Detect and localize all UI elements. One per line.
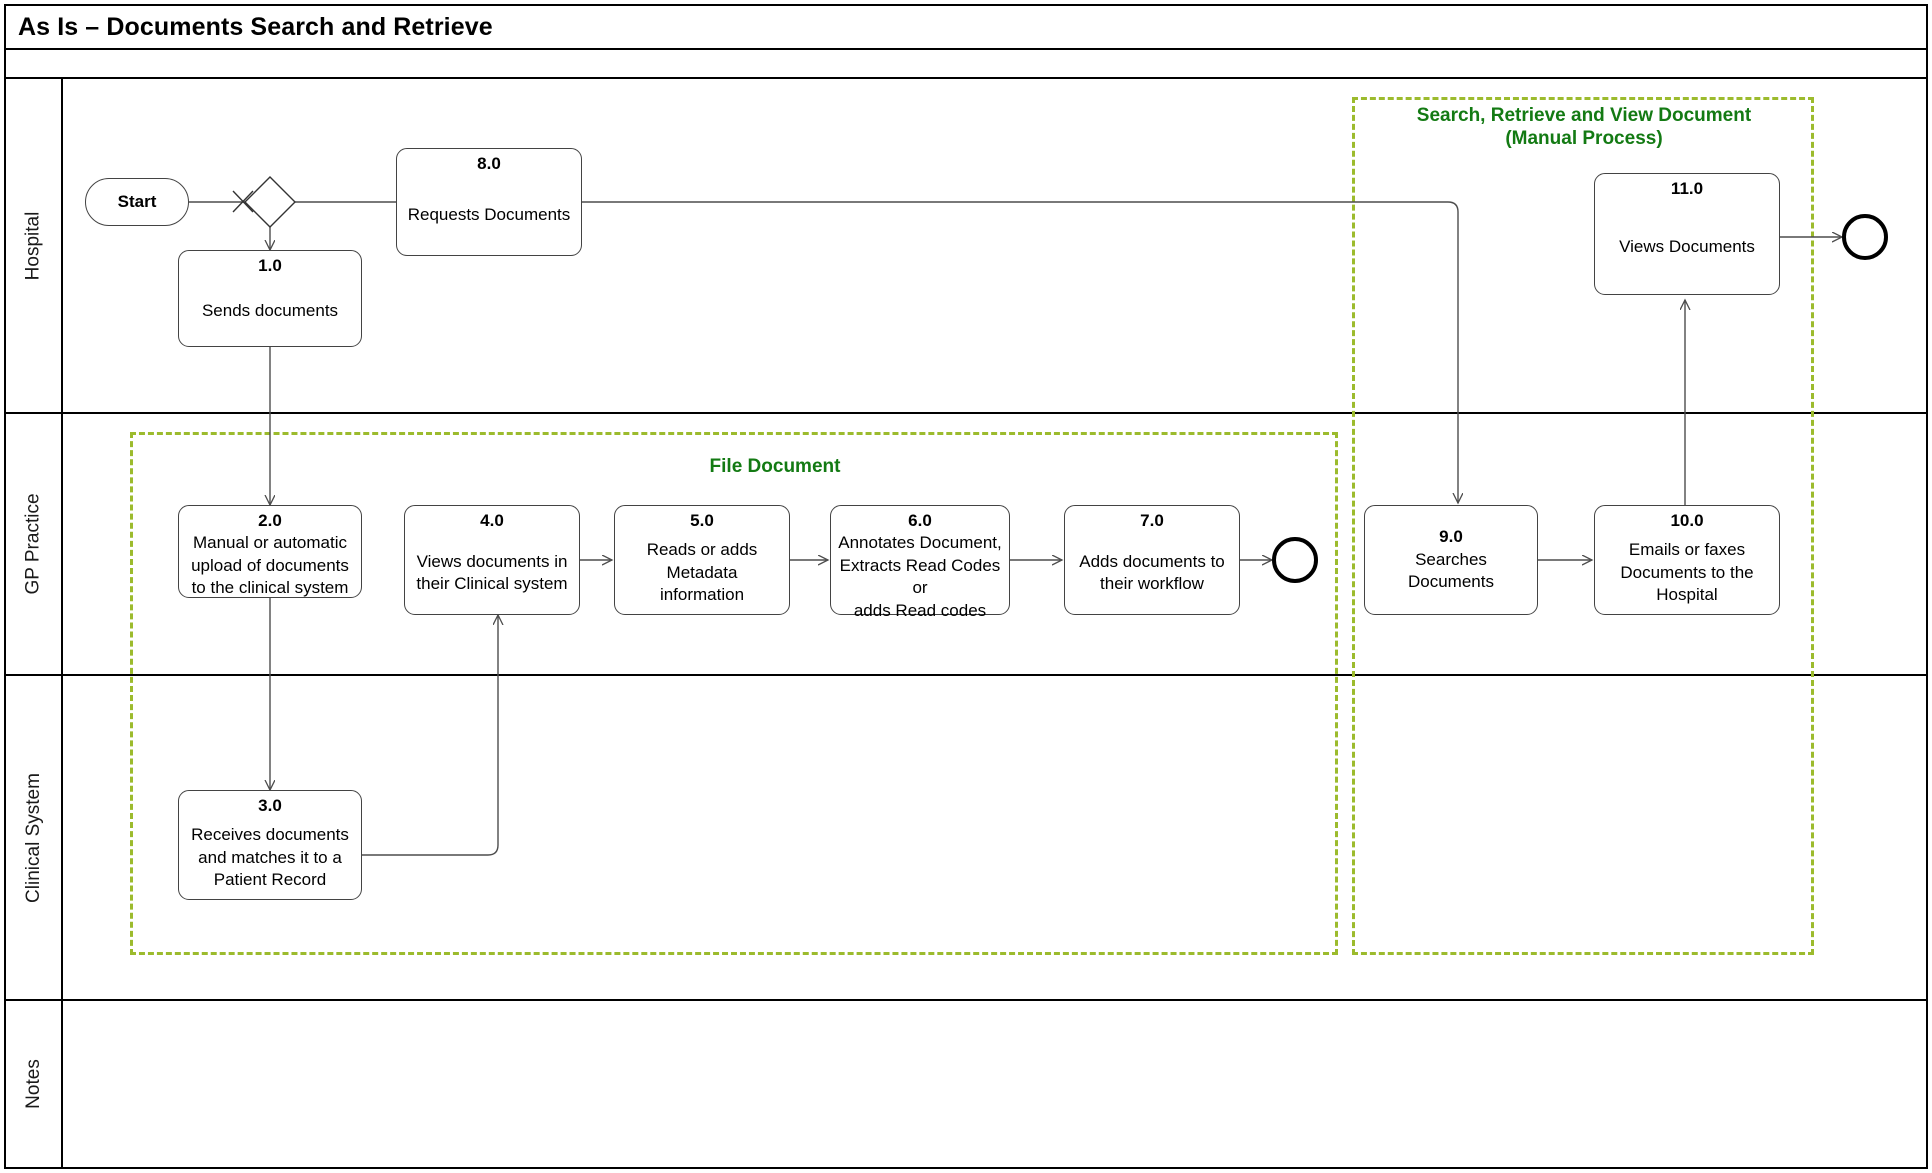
task-7-0[interactable]: 7.0 Adds documents to their workflow (1064, 505, 1240, 615)
task-1-0[interactable]: 1.0 Sends documents (178, 250, 362, 347)
task-11-0[interactable]: 11.0 Views Documents (1594, 173, 1780, 295)
task-5-0-label: Reads or adds Metadata information (646, 540, 758, 605)
lane-header-notes: Notes (6, 1001, 63, 1167)
task-4-0-number: 4.0 (480, 511, 504, 530)
start-event[interactable]: Start (85, 178, 189, 226)
task-9-0[interactable]: 9.0 Searches Documents (1364, 505, 1538, 615)
task-6-0-number: 6.0 (908, 511, 932, 530)
task-1-0-number: 1.0 (258, 256, 282, 275)
diagram-canvas: As Is – Documents Search and Retrieve Ho… (0, 0, 1932, 1173)
task-8-0[interactable]: 8.0 Requests Documents (396, 148, 582, 256)
lane-header-hospital: Hospital (6, 79, 63, 412)
task-7-0-number: 7.0 (1140, 511, 1164, 530)
task-10-0-number: 10.0 (1670, 511, 1704, 530)
task-9-0-number: 9.0 (1439, 527, 1463, 547)
lane-label-hospital: Hospital (22, 211, 44, 280)
task-2-0-label: Manual or automatic upload of documents … (191, 533, 349, 598)
task-7-0-label: Adds documents to their workflow (1079, 551, 1225, 594)
task-10-0-label: Emails or faxes Documents to the Hospita… (1620, 540, 1754, 605)
title-divider (6, 48, 1926, 50)
task-10-0[interactable]: 10.0 Emails or faxes Documents to the Ho… (1594, 505, 1780, 615)
notes-content (80, 1020, 1880, 1150)
lane-label-gp-practice: GP Practice (22, 493, 44, 595)
end-event-gp-practice[interactable] (1272, 537, 1318, 583)
lane-label-clinical-system: Clinical System (22, 772, 44, 903)
task-3-0[interactable]: 3.0 Receives documents and matches it to… (178, 790, 362, 900)
task-8-0-number: 8.0 (477, 154, 501, 173)
group-label-file-document: File Document (709, 456, 841, 477)
task-2-0[interactable]: 2.0 Manual or automatic upload of docume… (178, 505, 362, 598)
task-4-0-label: Views documents in their Clinical system (416, 551, 568, 594)
task-3-0-label: Receives documents and matches it to a P… (191, 825, 349, 890)
lane-header-gp-practice: GP Practice (6, 414, 63, 674)
task-5-0-number: 5.0 (690, 511, 714, 530)
page-title: As Is – Documents Search and Retrieve (18, 12, 493, 41)
group-label-search-retrieve-view: Search, Retrieve and View Document (Manu… (1416, 105, 1752, 150)
end-event-hospital[interactable] (1842, 214, 1888, 260)
task-3-0-number: 3.0 (258, 796, 282, 815)
task-4-0[interactable]: 4.0 Views documents in their Clinical sy… (404, 505, 580, 615)
task-2-0-number: 2.0 (258, 511, 282, 530)
start-event-label: Start (117, 192, 157, 211)
task-1-0-label: Sends documents (201, 301, 339, 321)
diagram-title-band: As Is – Documents Search and Retrieve (6, 6, 1926, 48)
lane-label-notes: Notes (22, 1059, 44, 1109)
task-11-0-label: Views Documents (1619, 236, 1755, 256)
task-5-0[interactable]: 5.0 Reads or adds Metadata information (614, 505, 790, 615)
lane-header-clinical-system: Clinical System (6, 676, 63, 999)
task-11-0-number: 11.0 (1670, 179, 1704, 198)
task-6-0-label: Annotates Document, Extracts Read Codes … (838, 533, 1002, 620)
task-8-0-label: Requests Documents (407, 204, 571, 224)
task-6-0[interactable]: 6.0 Annotates Document, Extracts Read Co… (830, 505, 1010, 620)
task-9-0-label: Searches Documents (1408, 549, 1494, 592)
